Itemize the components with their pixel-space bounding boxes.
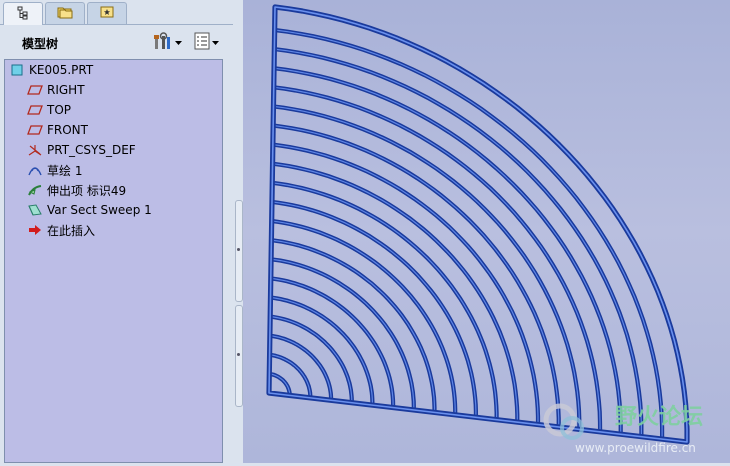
model-tree: KE005.PRT RIGHT TOP FRONT PRT_CSYS_DEF 草… — [4, 59, 223, 463]
tree-item-label: TOP — [47, 103, 72, 117]
wire-arc — [270, 142, 541, 427]
datum-plane-icon — [27, 82, 43, 98]
datum-plane-icon — [27, 122, 43, 138]
part-icon — [9, 62, 25, 78]
graphics-viewport[interactable] — [243, 0, 730, 463]
panel-title: 模型树 — [22, 37, 59, 51]
tree-item-front-plane[interactable]: FRONT — [27, 121, 88, 139]
wire-arc — [272, 27, 665, 442]
star-icon — [99, 5, 115, 22]
tree-item-protrusion[interactable]: 伸出项 标识49 — [27, 181, 126, 199]
wire-arc — [269, 218, 458, 417]
tree-item-right-plane[interactable]: RIGHT — [27, 81, 85, 99]
tree-item-label: RIGHT — [47, 83, 85, 97]
tree-item-label: KE005.PRT — [29, 63, 94, 77]
tree-item-label: Var Sect Sweep 1 — [47, 203, 152, 217]
chevron-down-icon — [212, 35, 219, 49]
tree-structure-icon — [16, 6, 30, 23]
sketch-icon — [27, 162, 43, 178]
folder-icon — [57, 5, 73, 22]
favorites-tab[interactable] — [87, 2, 127, 24]
tree-item-label: FRONT — [47, 123, 88, 137]
tree-item-label: 在此插入 — [47, 223, 96, 238]
settings-dropdown-button[interactable] — [153, 31, 182, 53]
tree-item-insert-here[interactable]: 在此插入 — [27, 221, 95, 239]
datum-plane-icon — [27, 102, 43, 118]
forum-watermark: 野火论坛 www.proewildfire.cn — [520, 398, 730, 463]
tree-item-sweep[interactable]: Var Sect Sweep 1 — [27, 201, 152, 219]
wire-frame — [266, 4, 690, 445]
insert-here-arrow-icon — [27, 222, 43, 238]
protrusion-icon — [27, 182, 43, 198]
watermark-logo-icon — [543, 403, 584, 440]
model-tree-panel: 模型树 KE005.PRT RIGHT TOP FRONT PRT_CSYS_D… — [0, 0, 233, 463]
tree-item-label: PRT_CSYS_DEF — [47, 143, 136, 157]
sweep-icon — [27, 202, 43, 218]
folder-browser-tab[interactable] — [45, 2, 85, 24]
swept-wire-quarter-model — [266, 4, 690, 445]
show-dropdown-button[interactable] — [194, 32, 219, 53]
chevron-down-icon — [175, 35, 182, 49]
model-tree-tab[interactable] — [3, 2, 43, 25]
coordinate-system-icon — [27, 142, 43, 158]
tree-item-csys[interactable]: PRT_CSYS_DEF — [27, 141, 136, 159]
tree-item-top-plane[interactable]: TOP — [27, 101, 71, 119]
tree-item-label: 伸出项 标识49 — [47, 183, 127, 198]
tree-item-label: 草绘 1 — [47, 163, 83, 178]
wire-arc — [272, 47, 644, 439]
splitter-grip-top[interactable] — [235, 200, 243, 302]
splitter-grip-bottom[interactable] — [235, 305, 243, 407]
tools-icon — [153, 31, 173, 53]
panel-splitter[interactable] — [233, 0, 243, 463]
watermark-title: 野火论坛 — [615, 404, 703, 430]
watermark-url: www.proewildfire.cn — [575, 441, 696, 455]
tree-item-sketch[interactable]: 草绘 1 — [27, 161, 82, 179]
navigator-tabs — [0, 0, 233, 25]
tree-item-root-part[interactable]: KE005.PRT — [9, 61, 93, 79]
panel-header: 模型树 — [0, 26, 233, 56]
list-icon — [194, 32, 210, 53]
